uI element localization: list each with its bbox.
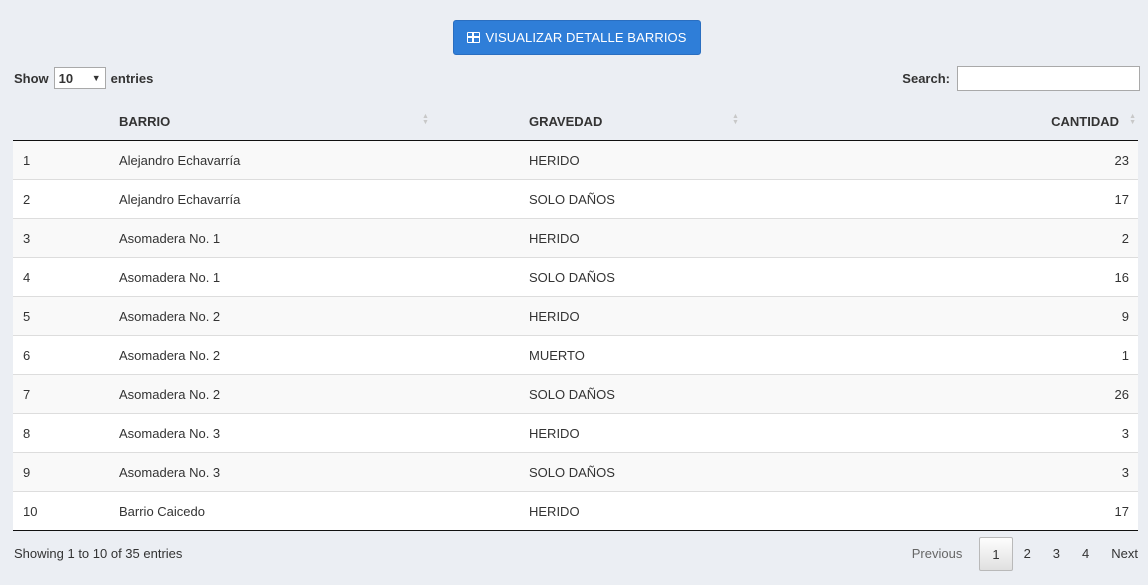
- cantidad-cell: 23: [1114, 152, 1129, 168]
- page-length-select[interactable]: 10 ▼: [53, 67, 106, 89]
- search-control: Search:: [902, 66, 1140, 91]
- barrio-cell: Barrio Caicedo: [119, 491, 529, 531]
- table-row: 8 Asomadera No. 3 HERIDO 3: [13, 413, 1138, 453]
- row-index: 7: [13, 374, 119, 414]
- cantidad-cell: 17: [849, 491, 1138, 531]
- table-row: 7 Asomadera No. 2 SOLO DAÑOS 26: [13, 374, 1138, 414]
- column-header-cantidad-label: CANTIDAD: [1051, 113, 1119, 129]
- pagination: Previous 1 2 3 4 Next: [901, 537, 1148, 571]
- column-header-barrio-label: BARRIO: [119, 113, 171, 129]
- table-info: Showing 1 to 10 of 35 entries: [14, 546, 183, 561]
- table-row: 9 Asomadera No. 3 SOLO DAÑOS 3: [13, 452, 1138, 492]
- row-index: 6: [13, 335, 119, 375]
- column-header-barrio[interactable]: BARRIO: [119, 102, 529, 141]
- search-label: Search:: [902, 71, 950, 86]
- row-index: 10: [13, 491, 119, 531]
- page-length-control: Show 10 ▼ entries: [14, 67, 153, 89]
- gravedad-cell: MUERTO: [529, 335, 849, 375]
- row-index: 4: [13, 257, 119, 297]
- search-input[interactable]: [957, 66, 1140, 91]
- cantidad-cell: 17: [849, 179, 1138, 219]
- row-index: 5: [13, 296, 119, 336]
- cantidad-cell: 26: [849, 374, 1138, 414]
- page-button-2[interactable]: 2: [1013, 537, 1042, 571]
- table-row: 10 Barrio Caicedo HERIDO 17: [13, 491, 1138, 531]
- gravedad-cell: SOLO DAÑOS: [529, 452, 849, 492]
- barrio-cell: Asomadera No. 2: [119, 374, 529, 414]
- barrio-cell: Asomadera No. 3: [119, 452, 529, 492]
- entries-label: entries: [110, 70, 154, 86]
- gravedad-cell: HERIDO: [529, 218, 849, 258]
- table-header-row: BARRIO GRAVEDAD CANTIDAD: [13, 102, 1138, 141]
- table-row: 5 Asomadera No. 2 HERIDO 9: [13, 296, 1138, 336]
- barrio-cell: Alejandro Echavarría: [119, 179, 529, 219]
- table-row: 4 Asomadera No. 1 SOLO DAÑOS 16: [13, 257, 1138, 297]
- visualize-detail-label: VISUALIZAR DETALLE BARRIOS: [485, 30, 687, 45]
- column-header-cantidad[interactable]: CANTIDAD: [849, 102, 1138, 141]
- cantidad-cell: 1: [849, 335, 1138, 375]
- data-table: BARRIO GRAVEDAD CANTIDAD 1 Alejandro Ech…: [13, 102, 1138, 531]
- gravedad-cell: SOLO DAÑOS: [529, 374, 849, 414]
- column-header-gravedad-label: GRAVEDAD: [529, 113, 603, 129]
- row-index: 2: [13, 179, 119, 219]
- next-page-button[interactable]: Next: [1100, 537, 1148, 571]
- row-index: 9: [13, 452, 119, 492]
- column-header-gravedad[interactable]: GRAVEDAD: [529, 102, 849, 141]
- cantidad-cell: 16: [849, 257, 1138, 297]
- visualize-detail-button[interactable]: VISUALIZAR DETALLE BARRIOS: [453, 20, 701, 55]
- barrio-cell: Asomadera No. 2: [119, 296, 529, 336]
- gravedad-cell: HERIDO: [529, 152, 580, 168]
- barrio-cell: Asomadera No. 3: [119, 413, 529, 453]
- barrio-cell: Asomadera No. 1: [119, 257, 529, 297]
- cantidad-cell: 2: [849, 218, 1138, 258]
- table-row: 1 Alejandro Echavarría HERIDO 23: [13, 140, 1138, 180]
- barrio-cell: Asomadera No. 2: [119, 335, 529, 375]
- table-icon: [467, 32, 481, 43]
- cantidad-cell: 3: [849, 452, 1138, 492]
- gravedad-cell: HERIDO: [529, 491, 849, 531]
- page-button-1[interactable]: 1: [979, 537, 1013, 571]
- gravedad-cell: SOLO DAÑOS: [529, 257, 849, 297]
- row-index: 1: [23, 152, 31, 168]
- previous-page-button[interactable]: Previous: [901, 537, 974, 571]
- toolbar: VISUALIZAR DETALLE BARRIOS: [0, 20, 1148, 55]
- row-index: 3: [13, 218, 119, 258]
- gravedad-cell: SOLO DAÑOS: [529, 179, 849, 219]
- barrio-cell: Alejandro Echavarría: [119, 152, 241, 168]
- caret-down-icon: ▼: [91, 73, 101, 83]
- page-length-value: 10: [58, 70, 74, 86]
- column-header-index[interactable]: [13, 102, 119, 141]
- page-button-3[interactable]: 3: [1042, 537, 1071, 571]
- row-index: 8: [13, 413, 119, 453]
- page-button-4[interactable]: 4: [1071, 537, 1100, 571]
- cantidad-cell: 3: [849, 413, 1138, 453]
- table-row: 6 Asomadera No. 2 MUERTO 1: [13, 335, 1138, 375]
- cantidad-cell: 9: [849, 296, 1138, 336]
- barrio-cell: Asomadera No. 1: [119, 218, 529, 258]
- table-row: 3 Asomadera No. 1 HERIDO 2: [13, 218, 1138, 258]
- gravedad-cell: HERIDO: [529, 296, 849, 336]
- gravedad-cell: HERIDO: [529, 413, 849, 453]
- table-row: 2 Alejandro Echavarría SOLO DAÑOS 17: [13, 179, 1138, 219]
- show-label: Show: [14, 70, 49, 86]
